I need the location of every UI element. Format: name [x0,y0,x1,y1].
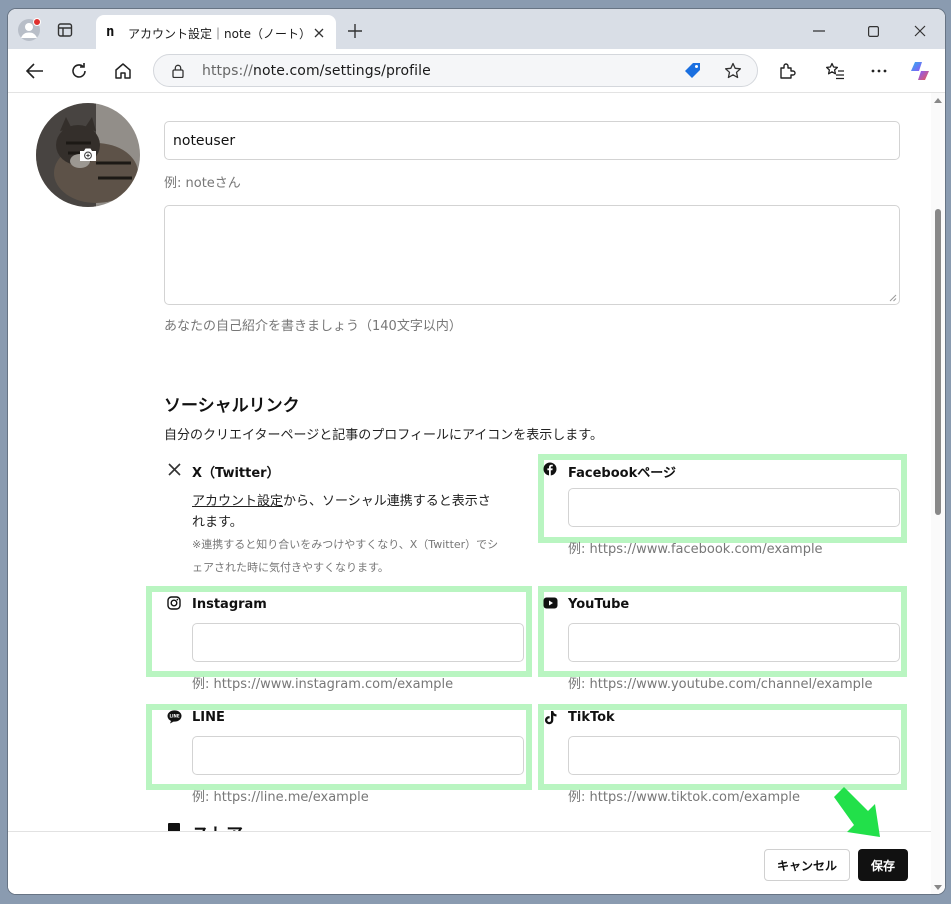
resize-handle-icon[interactable] [889,294,897,302]
footer-bar: キャンセル 保存 [8,831,931,894]
tiktok-hint: 例: https://www.tiktok.com/example [568,790,800,805]
x-twitter-label: X（Twitter） [192,466,280,481]
copilot-icon[interactable] [908,59,932,83]
youtube-input[interactable] [568,623,900,662]
bio-textarea[interactable] [164,205,900,305]
line-label: LINE [192,710,225,725]
nav-bar: https://note.com/settings/profile [8,49,945,93]
line-input[interactable] [192,736,524,775]
store-section: ストア [164,819,924,831]
tab-close-icon[interactable] [311,25,327,41]
line-icon: LINE [166,709,182,725]
tab-actions-icon[interactable] [56,21,74,39]
line-hint: 例: https://line.me/example [192,790,369,805]
tiktok-label: TikTok [568,710,615,725]
profile-avatar-icon[interactable] [18,18,41,41]
store-heading: ストア [192,820,243,831]
tab-title: アカウント設定｜note（ノート） [128,27,312,41]
social-links-heading: ソーシャルリンク [164,396,300,416]
store-icon [166,821,182,831]
url-text: https://note.com/settings/profile [202,63,431,79]
instagram-hint: 例: https://www.instagram.com/example [192,677,454,692]
account-settings-link[interactable]: アカウント設定 [192,494,283,509]
extensions-icon[interactable] [776,60,798,82]
tab-bar: n アカウント設定｜note（ノート） [8,9,945,49]
facebook-hint: 例: https://www.facebook.com/example [568,542,823,557]
instagram-label: Instagram [192,597,267,612]
address-bar[interactable]: https://note.com/settings/profile [153,54,758,87]
home-icon[interactable] [112,60,134,82]
note-favicon-icon: n [106,24,115,40]
page-content: noteuser 例: noteさん あなたの自己紹介を書きましょう（140文字… [8,93,945,894]
x-twitter-note-line1: ※連携すると知り合いをみつけやすくなり、X（Twitter）でシ [192,538,499,551]
more-menu-icon[interactable] [868,60,890,82]
instagram-input[interactable] [192,623,524,662]
name-hint: 例: noteさん [164,176,241,191]
name-input-value: noteuser [173,133,236,149]
x-twitter-text-line1: アカウント設定から、ソーシャル連携すると表示さ [192,490,491,509]
x-twitter-text: から、ソーシャル連携すると表示さ [283,494,491,509]
arrow-annotation-icon [830,783,886,841]
social-links-description: 自分のクリエイターページと記事のプロフィールにアイコンを表示します。 [164,428,604,443]
scrollbar[interactable] [931,93,945,894]
maximize-icon[interactable] [864,22,882,40]
name-input[interactable]: noteuser [164,121,900,160]
instagram-icon [166,595,182,611]
save-button[interactable]: 保存 [858,849,908,881]
facebook-input[interactable] [568,488,900,527]
tiktok-input[interactable] [568,736,900,775]
reload-icon[interactable] [68,60,90,82]
lock-icon[interactable] [170,63,186,79]
browser-window: n アカウント設定｜note（ノート） https://note.com/set… [8,9,945,894]
youtube-label: YouTube [568,597,630,612]
back-arrow-icon[interactable] [24,60,46,82]
tab-active[interactable]: n アカウント設定｜note（ノート） [96,15,336,49]
youtube-icon [542,595,558,611]
new-tab-icon[interactable] [346,22,364,40]
url-scheme: https:// [202,63,253,79]
tiktok-icon [542,709,558,725]
scroll-up-icon[interactable] [934,97,942,103]
profile-avatar-image[interactable] [36,103,140,207]
svg-text:LINE: LINE [169,714,179,719]
scroll-down-icon[interactable] [934,884,942,890]
x-twitter-icon [166,461,182,477]
cancel-button[interactable]: キャンセル [764,849,850,881]
x-twitter-text-line2: れます。 [192,515,243,530]
favorites-list-icon[interactable] [824,60,846,82]
bio-hint: あなたの自己紹介を書きましょう（140文字以内） [164,319,462,334]
facebook-icon [542,461,558,477]
window-close-icon[interactable] [911,22,929,40]
minimize-icon[interactable] [810,22,828,40]
x-twitter-note-line2: ェアされた時に気付きやすくなります。 [192,561,389,574]
url-path: note.com/settings/profile [252,63,431,79]
camera-icon [79,146,97,162]
shopping-tag-icon[interactable] [684,62,702,80]
scrollbar-thumb[interactable] [935,209,941,515]
facebook-label: Facebookページ [568,466,676,481]
youtube-hint: 例: https://www.youtube.com/channel/examp… [568,677,873,692]
favorite-star-icon[interactable] [724,62,742,80]
